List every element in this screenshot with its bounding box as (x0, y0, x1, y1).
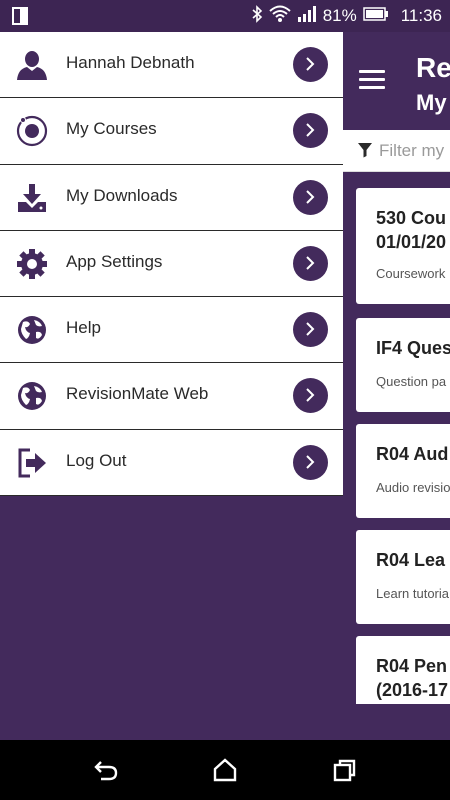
filter-bar[interactable]: Filter my (343, 130, 450, 172)
drawer-item-log-out[interactable]: Log Out (0, 429, 343, 497)
gear-icon (16, 248, 48, 280)
card-title: IF4 Ques (376, 338, 450, 358)
card-subtitle: Question pa (376, 374, 447, 389)
course-card[interactable]: R04 Lea Learn tutoria (356, 530, 450, 624)
status-bar: 81% 11:36 (0, 0, 450, 32)
app-screen: Re My Filter my 530 Cou 01/01/20 Coursewo… (0, 32, 450, 740)
chevron-right-icon[interactable] (293, 179, 328, 215)
card-subtitle: Coursework (376, 266, 446, 281)
drawer-item-label: App Settings (66, 251, 163, 271)
page-subtitle: My (416, 90, 447, 115)
bluetooth-icon (251, 4, 263, 28)
chevron-right-icon[interactable] (293, 113, 328, 149)
drawer-item-help[interactable]: Help (0, 297, 343, 364)
chevron-right-icon[interactable] (293, 312, 328, 348)
chevron-right-icon[interactable] (293, 245, 328, 281)
course-card[interactable]: R04 Pen (2016-17 (356, 636, 450, 704)
globe-icon (16, 380, 48, 412)
drawer-item-label: RevisionMate Web (66, 384, 209, 404)
chevron-right-icon[interactable] (293, 378, 328, 414)
card-title: R04 Aud (376, 444, 449, 464)
signal-icon (297, 5, 317, 27)
drawer-item-revisionmate-web[interactable]: RevisionMate Web (0, 363, 343, 430)
wifi-icon (269, 5, 291, 28)
phone-icon (12, 7, 28, 25)
card-title: 530 Cou 01/01/20 (376, 208, 447, 252)
drawer-item-my-courses[interactable]: My Courses (0, 98, 343, 165)
filter-input[interactable]: Filter my (379, 141, 444, 161)
person-icon (16, 49, 48, 81)
drawer-item-my-downloads[interactable]: My Downloads (0, 164, 343, 231)
menu-icon[interactable] (359, 70, 385, 90)
globe-icon (16, 314, 48, 346)
navigation-drawer: Hannah Debnath My Courses My Downloads A… (0, 32, 343, 740)
page-title: Re (416, 52, 450, 83)
recents-icon[interactable] (332, 758, 358, 782)
main-content: Re My Filter my 530 Cou 01/01/20 Coursewo… (343, 32, 450, 740)
battery-percent: 81% (322, 6, 357, 25)
card-title: R04 Pen (2016-17 (376, 656, 449, 700)
system-nav-bar (0, 740, 450, 800)
drawer-item-label: Log Out (66, 450, 127, 470)
back-icon[interactable] (93, 758, 119, 782)
card-subtitle: Learn tutoria (376, 586, 449, 601)
drawer-menu: Hannah Debnath My Courses My Downloads A… (0, 32, 343, 497)
drawer-item-profile[interactable]: Hannah Debnath (0, 32, 343, 99)
drawer-item-label: Help (66, 318, 101, 338)
card-subtitle: Audio revisio (376, 480, 450, 495)
chevron-right-icon[interactable] (293, 47, 328, 82)
logout-icon (16, 447, 48, 479)
chevron-right-icon[interactable] (293, 444, 328, 480)
course-card[interactable]: R04 Aud Audio revisio (356, 424, 450, 518)
card-title: R04 Lea (376, 550, 446, 570)
course-list: 530 Cou 01/01/20 Coursework IF4 Ques Ques… (343, 172, 450, 704)
filter-icon (357, 142, 373, 163)
course-card[interactable]: IF4 Ques Question pa (356, 318, 450, 412)
drawer-item-app-settings[interactable]: App Settings (0, 230, 343, 298)
drawer-item-label: My Courses (66, 119, 157, 139)
home-icon[interactable] (212, 758, 238, 782)
circle-target-icon (16, 115, 48, 147)
drawer-item-label: Hannah Debnath (66, 53, 195, 72)
clock: 11:36 (400, 6, 442, 25)
download-icon (16, 182, 48, 214)
course-card[interactable]: 530 Cou 01/01/20 Coursework (356, 188, 450, 304)
drawer-item-label: My Downloads (66, 185, 178, 205)
battery-icon (362, 6, 389, 26)
